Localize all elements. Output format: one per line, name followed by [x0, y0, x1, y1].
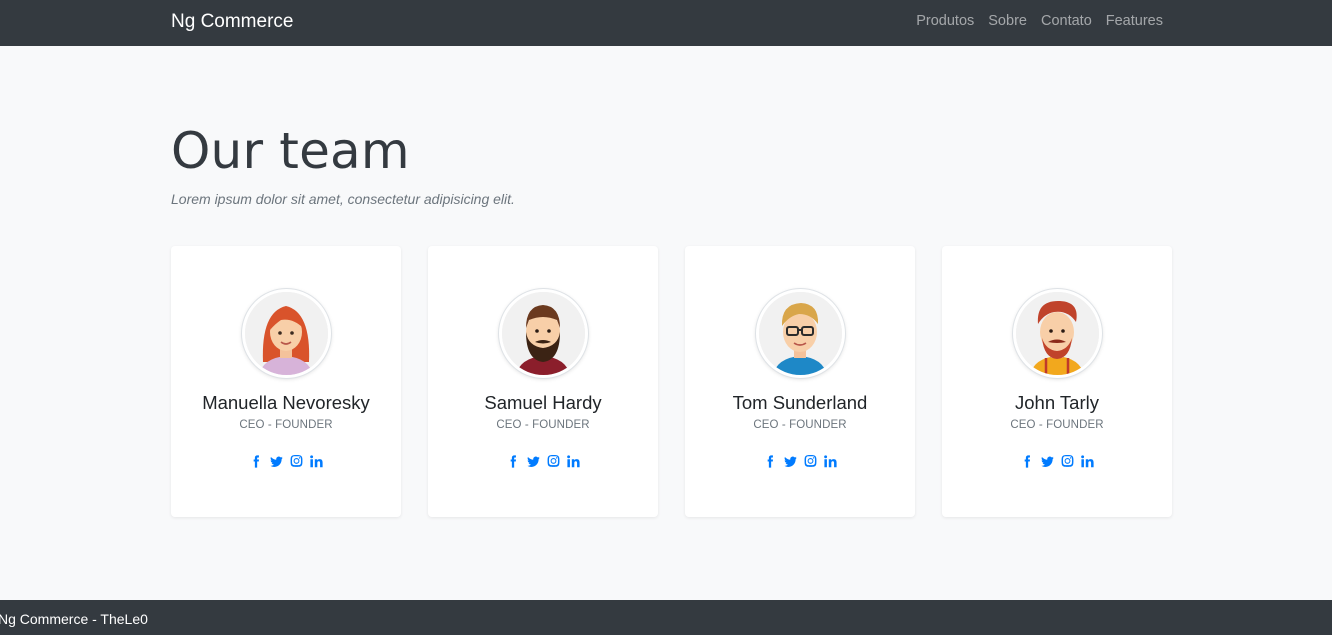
facebook-icon[interactable]	[507, 453, 520, 469]
instagram-icon[interactable]	[804, 453, 817, 469]
member-name: Manuella Nevoresky	[202, 392, 370, 413]
member-role: CEO - FOUNDER	[1010, 419, 1104, 431]
member-name: Tom Sunderland	[732, 392, 868, 413]
linkedin-icon[interactable]	[1080, 453, 1094, 469]
instagram-icon[interactable]	[547, 453, 560, 469]
nav-link-features[interactable]: Features	[1106, 13, 1163, 29]
team-card: John Tarly CEO - FOUNDER	[942, 246, 1172, 517]
facebook-icon[interactable]	[250, 453, 263, 469]
female-avatar-icon	[245, 292, 328, 375]
twitter-icon[interactable]	[269, 453, 283, 469]
team-card: Manuella Nevoresky CEO - FOUNDER	[171, 246, 401, 517]
member-role: CEO - FOUNDER	[496, 419, 590, 431]
linkedin-icon[interactable]	[309, 453, 323, 469]
avatar	[1013, 289, 1102, 378]
twitter-icon[interactable]	[526, 453, 540, 469]
team-cards: Manuella Nevoresky CEO - FOUNDER Samuel	[171, 246, 1172, 517]
social-links	[171, 453, 401, 469]
avatar	[756, 289, 845, 378]
avatar	[499, 289, 588, 378]
instagram-icon[interactable]	[1061, 453, 1074, 469]
member-role: CEO - FOUNDER	[753, 419, 847, 431]
brand-link[interactable]: Ng Commerce	[171, 11, 293, 33]
member-role: CEO - FOUNDER	[239, 419, 333, 431]
section-title: Our team	[171, 122, 410, 180]
nav-link-produtos[interactable]: Produtos	[916, 13, 974, 29]
linkedin-icon[interactable]	[566, 453, 580, 469]
male-avatar-glasses-icon	[759, 292, 842, 375]
social-links	[942, 453, 1172, 469]
male-avatar-beard-icon	[502, 292, 585, 375]
footer: Ng Commerce - TheLe0	[0, 600, 1332, 635]
nav-links: Produtos Sobre Contato Features	[916, 13, 1163, 29]
social-links	[685, 453, 915, 469]
team-card: Tom Sunderland CEO - FOUNDER	[685, 246, 915, 517]
section-subtitle: Lorem ipsum dolor sit amet, consectetur …	[171, 191, 515, 207]
twitter-icon[interactable]	[783, 453, 797, 469]
linkedin-icon[interactable]	[823, 453, 837, 469]
member-name: Samuel Hardy	[484, 392, 602, 413]
facebook-icon[interactable]	[1021, 453, 1034, 469]
member-name: John Tarly	[1015, 392, 1099, 413]
social-links	[428, 453, 658, 469]
nav-link-sobre[interactable]: Sobre	[988, 13, 1027, 29]
team-card: Samuel Hardy CEO - FOUNDER	[428, 246, 658, 517]
instagram-icon[interactable]	[290, 453, 303, 469]
twitter-icon[interactable]	[1040, 453, 1054, 469]
top-navbar: Ng Commerce Produtos Sobre Contato Featu…	[0, 0, 1332, 46]
avatar	[242, 289, 331, 378]
footer-text: Ng Commerce - TheLe0	[0, 611, 148, 627]
facebook-icon[interactable]	[764, 453, 777, 469]
nav-link-contato[interactable]: Contato	[1041, 13, 1092, 29]
male-avatar-mustache-icon	[1016, 292, 1099, 375]
